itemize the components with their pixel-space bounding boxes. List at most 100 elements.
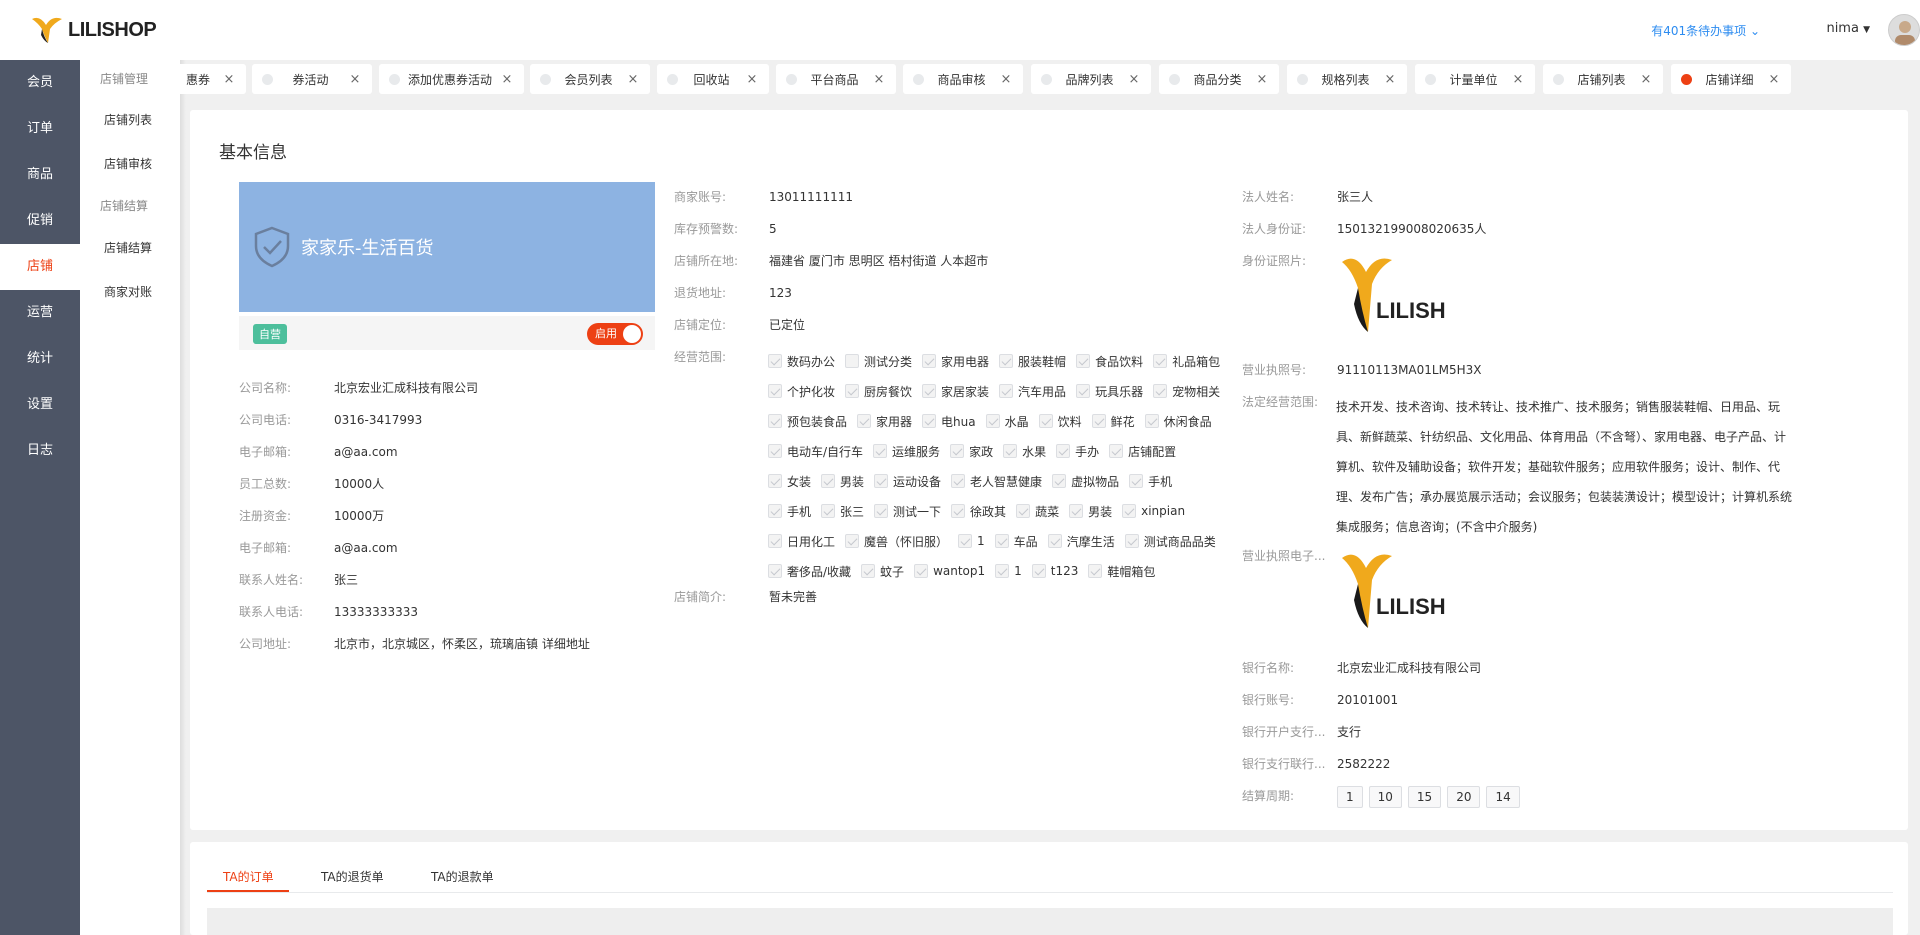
close-icon[interactable]: × (1511, 72, 1525, 87)
user-menu[interactable]: nima ▼ (1826, 21, 1870, 36)
tab-returns[interactable]: TA的退货单 (321, 868, 384, 885)
scope-checkbox[interactable]: 奢侈品/收藏 (768, 563, 851, 580)
logo[interactable]: LILISHOP (0, 0, 180, 60)
todo-link[interactable]: 有401条待办事项 ⌄ (1651, 22, 1760, 39)
subnav-item-store-audit[interactable]: 店铺审核 (80, 142, 180, 186)
nav-item-goods[interactable]: 商品 (0, 152, 80, 198)
scope-checkbox[interactable]: 测试分类 (845, 353, 912, 370)
subnav-item-store-list[interactable]: 店铺列表 (80, 98, 180, 142)
scope-checkbox[interactable]: 电动车/自行车 (768, 443, 863, 460)
scope-checkbox[interactable]: 测试一下 (874, 503, 941, 520)
nav-item-member[interactable]: 会员 (0, 60, 80, 106)
scope-checkbox[interactable]: 汽摩生活 (1047, 533, 1115, 550)
scope-checkbox[interactable]: 预包装食品 (768, 413, 847, 430)
tab-item[interactable]: 券活动 × (252, 64, 372, 94)
scope-checkbox[interactable]: 鲜花 (1091, 413, 1135, 430)
scope-checkbox[interactable]: 店铺配置 (1109, 443, 1176, 460)
scope-checkbox[interactable]: 虚拟物品 (1052, 473, 1119, 490)
scope-checkbox[interactable]: 家政 (950, 443, 993, 460)
close-icon[interactable]: × (1767, 72, 1781, 87)
scope-checkbox[interactable]: 测试商品品类 (1124, 533, 1216, 550)
scope-checkbox[interactable]: 手办 (1056, 443, 1099, 460)
tab-item[interactable]: 商品分类 × (1159, 64, 1279, 94)
avatar[interactable] (1888, 14, 1920, 46)
nav-item-statistics[interactable]: 统计 (0, 336, 80, 382)
scope-checkbox[interactable]: 张三 (821, 503, 864, 520)
nav-item-store[interactable]: 店铺 (0, 244, 80, 290)
scope-checkbox[interactable]: 电hua (922, 413, 976, 430)
scope-checkbox[interactable]: 手机 (768, 503, 811, 520)
id-photo-image[interactable]: LILISHOP (1336, 248, 1477, 344)
scope-checkbox[interactable]: 宠物相关 (1153, 383, 1220, 400)
scope-checkbox[interactable]: 魔兽（怀旧服） (845, 533, 948, 550)
scope-checkbox[interactable]: 家用器 (857, 413, 912, 430)
scope-checkbox[interactable]: 服装鞋帽 (999, 353, 1066, 370)
scope-checkbox[interactable]: 数码办公 (768, 353, 835, 370)
scope-checkbox[interactable]: 徐政其 (951, 503, 1006, 520)
scope-checkbox[interactable]: 运动设备 (874, 473, 941, 490)
scope-checkbox[interactable]: 男装 (1069, 503, 1112, 520)
subnav-item-merchant-reconcile[interactable]: 商家对账 (80, 270, 180, 314)
scope-checkbox[interactable]: 男装 (821, 473, 864, 490)
nav-item-operation[interactable]: 运营 (0, 290, 80, 336)
nav-item-settings[interactable]: 设置 (0, 382, 80, 428)
tab-item[interactable]: 会员列表 × (530, 64, 650, 94)
tab-item[interactable]: 计量单位 × (1415, 64, 1535, 94)
scope-checkbox[interactable]: wantop1 (914, 564, 985, 578)
tab-item[interactable]: 添加优惠券活动 × (379, 64, 524, 94)
nav-item-order[interactable]: 订单 (0, 106, 80, 152)
close-icon[interactable]: × (500, 72, 514, 87)
tab-item-active[interactable]: 店铺详细 × (1671, 64, 1791, 94)
tab-item[interactable]: 规格列表 × (1287, 64, 1407, 94)
scope-checkbox[interactable]: 个护化妆 (768, 383, 835, 400)
subnav-item-store-settlement[interactable]: 店铺结算 (80, 226, 180, 270)
scope-checkbox[interactable]: 家居家装 (922, 383, 989, 400)
scope-checkbox[interactable]: 礼品箱包 (1153, 353, 1220, 370)
scope-checkbox[interactable]: 1 (958, 534, 985, 548)
scope-checkbox[interactable]: t123 (1031, 564, 1078, 578)
tab-item[interactable]: 回收站 × (657, 64, 769, 94)
scope-checkbox[interactable]: 水果 (1003, 443, 1046, 460)
scope-checkbox[interactable]: 1 (995, 564, 1022, 578)
scope-checkbox[interactable]: 汽车用品 (999, 383, 1066, 400)
period-tag: 20 (1447, 786, 1481, 808)
close-icon[interactable]: × (1127, 72, 1141, 87)
close-icon[interactable]: × (1383, 72, 1397, 87)
scope-checkbox[interactable]: 女装 (768, 473, 811, 490)
close-icon[interactable]: × (872, 72, 886, 87)
scope-checkbox[interactable]: 食品饮料 (1076, 353, 1143, 370)
tab-item[interactable]: 商品审核 × (903, 64, 1023, 94)
close-icon[interactable]: × (222, 72, 236, 87)
scope-checkbox[interactable]: 蚊子 (861, 563, 904, 580)
license-image[interactable]: LILISHOP (1336, 544, 1477, 640)
scope-checkbox[interactable]: 休闲食品 (1144, 413, 1212, 430)
scope-checkbox[interactable]: 玩具乐器 (1076, 383, 1143, 400)
scope-checkbox[interactable]: 手机 (1129, 473, 1172, 490)
close-icon[interactable]: × (745, 72, 759, 87)
scope-checkbox[interactable]: 厨房餐饮 (845, 383, 912, 400)
tab-item[interactable]: 惠券 × (180, 64, 246, 94)
scope-checkbox[interactable]: 水晶 (985, 413, 1029, 430)
scope-checkbox[interactable]: 鞋帽箱包 (1088, 563, 1155, 580)
scope-checkbox[interactable]: 饮料 (1038, 413, 1082, 430)
tab-item[interactable]: 品牌列表 × (1031, 64, 1151, 94)
tab-item[interactable]: 店铺列表 × (1543, 64, 1663, 94)
nav-item-log[interactable]: 日志 (0, 428, 80, 474)
close-icon[interactable]: × (1639, 72, 1653, 87)
enable-toggle[interactable]: 启用 (587, 323, 643, 345)
scope-checkbox[interactable]: 车品 (994, 533, 1038, 550)
scope-checkbox[interactable]: 运维服务 (873, 443, 940, 460)
scope-checkbox[interactable]: xinpian (1122, 504, 1185, 518)
scope-checkbox[interactable]: 老人智慧健康 (951, 473, 1042, 490)
scope-checkbox[interactable]: 家用电器 (922, 353, 989, 370)
tab-item[interactable]: 平台商品 × (776, 64, 896, 94)
close-icon[interactable]: × (626, 72, 640, 87)
nav-item-promotion[interactable]: 促销 (0, 198, 80, 244)
close-icon[interactable]: × (1255, 72, 1269, 87)
tab-refunds[interactable]: TA的退款单 (431, 868, 494, 885)
tab-orders[interactable]: TA的订单 (223, 868, 274, 885)
scope-checkbox[interactable]: 日用化工 (768, 533, 835, 550)
close-icon[interactable]: × (348, 72, 362, 87)
close-icon[interactable]: × (999, 72, 1013, 87)
scope-checkbox[interactable]: 蔬菜 (1016, 503, 1059, 520)
